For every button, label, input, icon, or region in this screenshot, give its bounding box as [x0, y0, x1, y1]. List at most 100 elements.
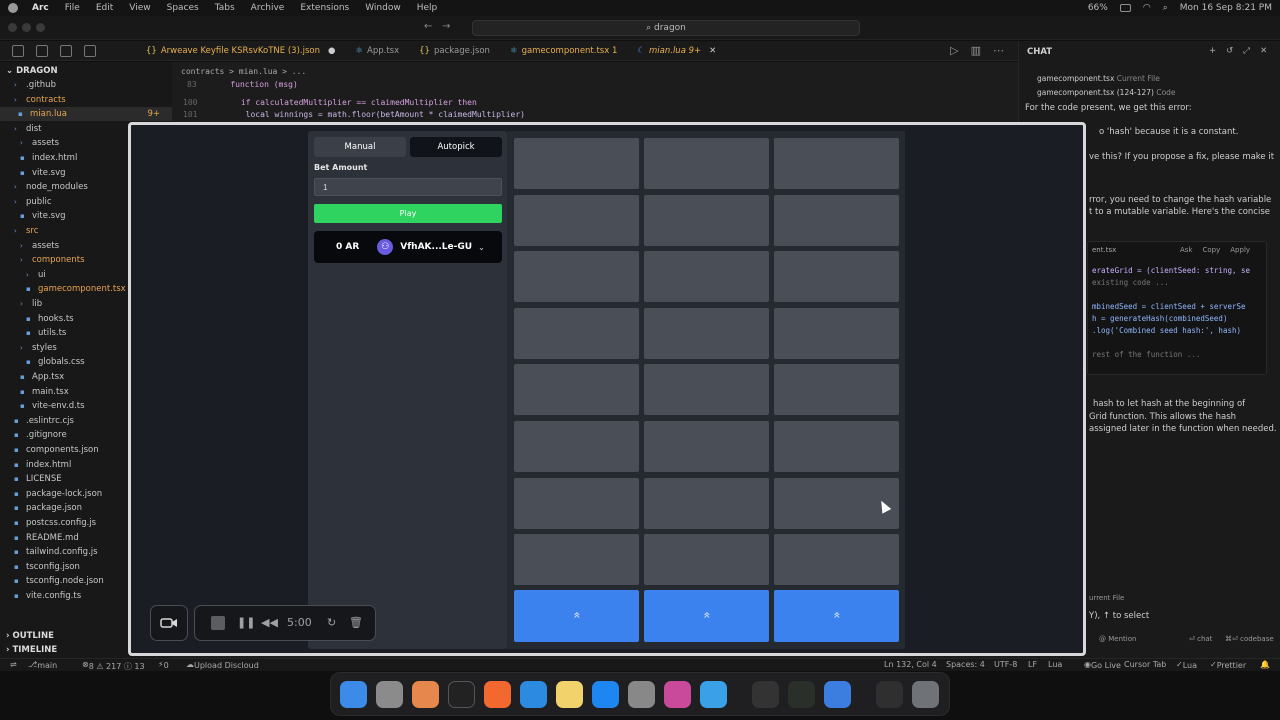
grid-tile[interactable]: [774, 251, 899, 303]
grid-tile[interactable]: [644, 138, 769, 189]
grid-tile[interactable]: [644, 364, 769, 416]
remote-icon[interactable]: ⇌: [10, 660, 17, 669]
bet-amount-input[interactable]: [314, 178, 502, 196]
lua-server-indicator[interactable]: ✓ Lua: [1176, 660, 1197, 670]
breadcrumb[interactable]: contracts > mian.lua > ...: [181, 67, 306, 76]
app-store-icon[interactable]: [592, 681, 619, 708]
notes-icon[interactable]: [556, 681, 583, 708]
modified-dot-icon[interactable]: ●: [328, 46, 335, 56]
trash-icon[interactable]: [912, 681, 939, 708]
grid-tile[interactable]: [774, 194, 899, 246]
indentation[interactable]: Spaces: 4: [946, 660, 985, 669]
window-zoom-button[interactable]: [36, 23, 45, 32]
tab-autopick[interactable]: Autopick: [410, 137, 502, 157]
activity-monitor-icon[interactable]: [788, 681, 815, 708]
tab-package-json[interactable]: {} package.json: [409, 41, 500, 61]
arc-icon[interactable]: [664, 681, 691, 708]
grid-tile[interactable]: [644, 534, 769, 586]
restart-icon[interactable]: ↻: [327, 616, 336, 629]
branch-indicator[interactable]: ⎇ main: [28, 660, 57, 670]
grid-tile[interactable]: [774, 138, 899, 189]
line-ending[interactable]: LF: [1028, 660, 1037, 669]
timeline-section[interactable]: › TIMELINE: [6, 643, 57, 657]
grid-tile[interactable]: [514, 364, 639, 416]
grid-tile[interactable]: [514, 477, 639, 529]
notifications-icon[interactable]: 🔔: [1260, 660, 1270, 669]
grid-tile[interactable]: [644, 194, 769, 246]
wallet-button[interactable]: 0 AR ⚇ VfhAK...Le-GU ⌄: [314, 231, 502, 263]
outline-section[interactable]: › OUTLINE: [6, 629, 54, 643]
more-icon[interactable]: ⋯: [993, 44, 1004, 57]
photos-icon[interactable]: [412, 681, 439, 708]
menu-item-tabs[interactable]: Tabs: [215, 3, 235, 13]
copy-button[interactable]: Copy: [1203, 246, 1221, 254]
system-settings-icon[interactable]: [628, 681, 655, 708]
new-chat-icon[interactable]: +: [1209, 46, 1216, 56]
safari-icon[interactable]: [700, 681, 727, 708]
search-icon[interactable]: ⌕: [1163, 3, 1168, 13]
close-icon[interactable]: ✕: [709, 46, 716, 56]
menu-item-extensions[interactable]: Extensions: [300, 3, 349, 13]
grid-tile[interactable]: [644, 307, 769, 359]
back-arrow-icon[interactable]: ←: [424, 21, 432, 32]
menu-item-archive[interactable]: Archive: [251, 3, 285, 13]
finder-icon[interactable]: [340, 681, 367, 708]
search-panel-icon[interactable]: [36, 44, 48, 57]
menu-item-edit[interactable]: Edit: [96, 3, 113, 13]
command-center-search[interactable]: ⌕ dragon: [472, 20, 860, 36]
close-chat-icon[interactable]: ✕: [1260, 46, 1267, 56]
apple-icon[interactable]: [8, 3, 18, 13]
explorer-folder[interactable]: › .github: [0, 78, 172, 92]
menu-item-file[interactable]: File: [65, 3, 80, 13]
menu-item-help[interactable]: Help: [417, 3, 438, 13]
grid-tile[interactable]: [514, 194, 639, 246]
tab-manual[interactable]: Manual: [314, 137, 406, 157]
grid-tile[interactable]: [514, 534, 639, 586]
context-file-1[interactable]: gamecomponent.tsx Current File: [1037, 74, 1160, 83]
ports-indicator[interactable]: ⚡ 0: [158, 660, 169, 670]
language-mode[interactable]: Lua: [1048, 660, 1062, 669]
stop-recording-button[interactable]: [211, 616, 225, 630]
ask-button[interactable]: Ask: [1180, 246, 1193, 254]
explorer-file[interactable]: ▪ mian.lua 9+: [0, 107, 172, 122]
grid-tile[interactable]: [514, 138, 639, 189]
menu-item-window[interactable]: Window: [365, 3, 401, 13]
delete-recording-icon[interactable]: 🗑: [349, 616, 363, 629]
extensions-icon[interactable]: [84, 44, 96, 57]
vscode-icon[interactable]: [520, 681, 547, 708]
grid-tile[interactable]: [644, 251, 769, 303]
pick-column-button[interactable]: »: [514, 590, 639, 642]
grid-tile[interactable]: [514, 421, 639, 472]
encoding[interactable]: UTF-8: [994, 660, 1017, 669]
preview-icon[interactable]: [824, 681, 851, 708]
context-file-2[interactable]: gamecomponent.tsx (124-127) Code: [1037, 88, 1176, 97]
mention-button[interactable]: @ Mention: [1099, 635, 1136, 643]
prettier-indicator[interactable]: ✓ Prettier: [1210, 660, 1246, 670]
window-close-button[interactable]: [8, 23, 17, 32]
tab-app-tsx[interactable]: ⚛ App.tsx: [345, 41, 409, 61]
grid-tile[interactable]: [774, 364, 899, 416]
explorer-folder[interactable]: › contracts: [0, 93, 172, 107]
go-live-button[interactable]: ◉ Go Live: [1084, 660, 1121, 670]
cursor-tab-button[interactable]: Cursor Tab: [1124, 660, 1166, 669]
clock[interactable]: Mon 16 Sep 8:21 PM: [1180, 3, 1272, 13]
grid-tile[interactable]: [514, 307, 639, 359]
menu-item-arc[interactable]: Arc: [32, 3, 49, 13]
downloads-stack-icon[interactable]: [876, 681, 903, 708]
tab-gamecomponent[interactable]: ⚛ gamecomponent.tsx 1: [500, 41, 627, 61]
explorer-root[interactable]: ⌄ DRAGON: [6, 64, 58, 78]
launchpad-icon[interactable]: [376, 681, 403, 708]
wifi-icon[interactable]: ◠: [1143, 3, 1151, 13]
menu-item-view[interactable]: View: [129, 3, 150, 13]
upload-discloud-button[interactable]: ☁ Upload Discloud: [186, 660, 259, 670]
grid-tile[interactable]: [774, 534, 899, 586]
history-icon[interactable]: ↺: [1226, 46, 1233, 56]
cursor-position[interactable]: Ln 132, Col 4: [884, 660, 937, 669]
postman-icon[interactable]: [484, 681, 511, 708]
play-button[interactable]: Play: [314, 204, 502, 223]
window-minimize-button[interactable]: [22, 23, 31, 32]
tab-keyfile[interactable]: {} Arweave Keyfile KSRsvKoTNE (3).json ●: [136, 41, 345, 61]
menu-item-spaces[interactable]: Spaces: [167, 3, 199, 13]
pause-icon[interactable]: ❚❚: [237, 616, 255, 629]
forward-arrow-icon[interactable]: →: [442, 21, 450, 32]
